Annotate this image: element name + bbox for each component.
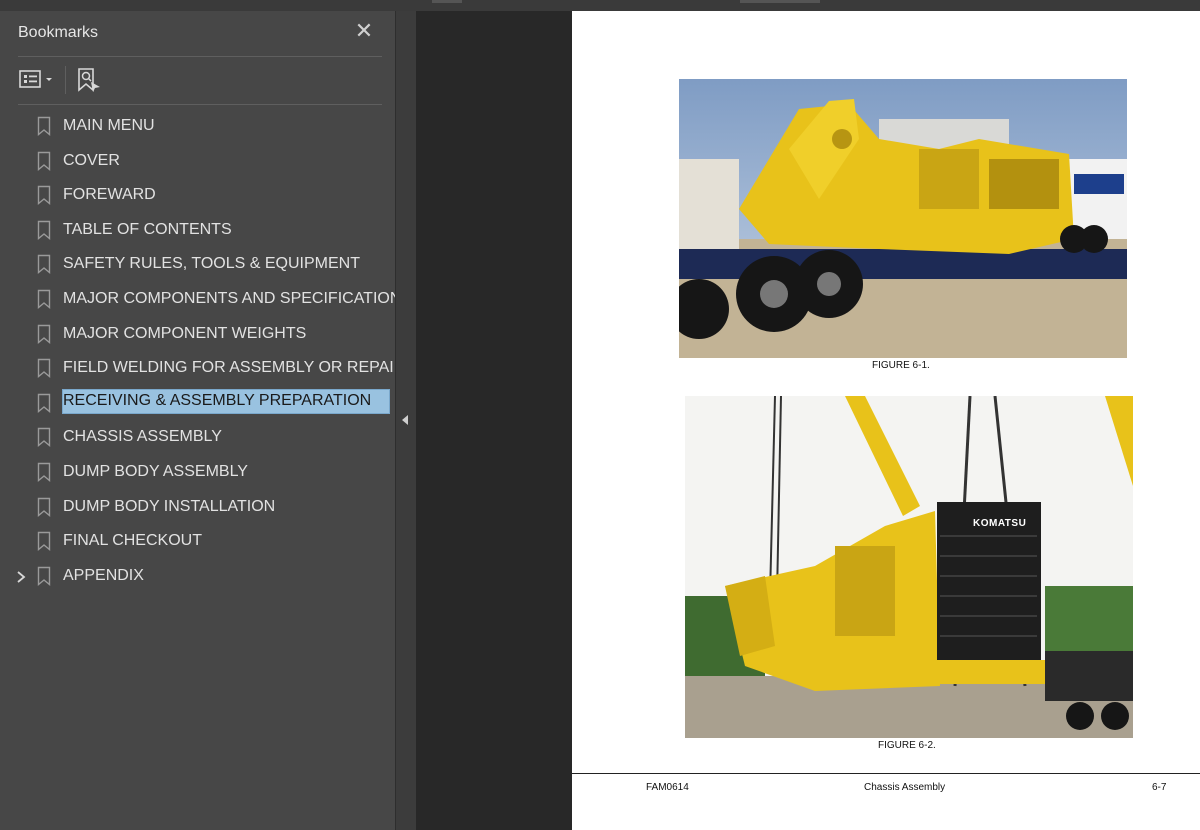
bookmark-label: CHASSIS ASSEMBLY (63, 428, 222, 446)
bookmark-icon (37, 151, 51, 171)
bookmark-label: TABLE OF CONTENTS (63, 220, 232, 238)
bookmark-icon (37, 531, 51, 552)
bookmark-label: COVER (63, 151, 120, 169)
bookmark-label: APPENDIX (63, 566, 144, 584)
footer-doc-code: FAM0614 (646, 782, 689, 793)
divider (18, 104, 382, 105)
bookmark-icon (37, 116, 51, 136)
bookmark-label: FOREWARD (63, 186, 156, 204)
figure-6-2-caption: FIGURE 6-2. (878, 740, 936, 751)
toolbar-stub (432, 0, 462, 3)
figure-6-2-image: KOMATSU (685, 396, 1133, 738)
toolbar-divider (65, 66, 66, 94)
collapse-panel-icon[interactable] (402, 415, 408, 425)
bookmark-item[interactable]: FINAL CHECKOUT (0, 525, 395, 559)
panel-splitter[interactable] (395, 11, 416, 830)
bookmark-icon (37, 289, 51, 309)
chevron-right-icon[interactable] (14, 568, 28, 586)
bookmark-icon (37, 220, 51, 240)
toolbar-stub (740, 0, 820, 3)
figure-6-1-image (679, 79, 1127, 358)
footer-page-number: 6-7 (1152, 782, 1167, 793)
bookmark-item[interactable]: MAJOR COMPONENTS AND SPECIFICATIONS (0, 283, 412, 317)
bookmark-item[interactable]: CHASSIS ASSEMBLY (0, 421, 395, 455)
bookmark-icon (37, 427, 51, 448)
document-page: FIGURE 6-1. KOMATSU FIGURE 6-2. FAM0614 … (572, 11, 1200, 830)
figure-6-1-caption: FIGURE 6-1. (872, 360, 930, 371)
bookmark-label: SAFETY RULES, TOOLS & EQUIPMENT (63, 255, 360, 273)
bookmark-icon (37, 254, 51, 275)
bookmark-label: MAJOR COMPONENT WEIGHTS (63, 324, 307, 342)
viewer-background (416, 11, 572, 830)
komatsu-logo-text: KOMATSU (973, 518, 1027, 529)
bookmark-icon (37, 324, 51, 344)
bookmark-item[interactable]: APPENDIX (0, 560, 395, 594)
find-bookmark-icon[interactable] (76, 67, 102, 93)
bookmark-icon (37, 358, 51, 379)
bookmark-item[interactable]: TABLE OF CONTENTS (0, 214, 395, 248)
bookmark-icon (37, 185, 51, 206)
bookmark-item[interactable]: MAJOR COMPONENT WEIGHTS (0, 318, 395, 352)
bookmark-label: DUMP BODY ASSEMBLY (63, 463, 248, 480)
footer-section-title: Chassis Assembly (864, 782, 946, 793)
bookmark-item[interactable]: DUMP BODY INSTALLATION (0, 491, 395, 525)
bookmark-item[interactable]: COVER (0, 145, 395, 179)
bookmark-label: MAIN MENU (63, 117, 155, 134)
bookmark-icon (37, 462, 51, 482)
bookmark-item[interactable]: MAIN MENU (0, 110, 395, 144)
bookmark-icon (37, 393, 51, 413)
bookmarks-panel: Bookmarks ✕ MAIN MENU COVER FOREWARD TABLE … (0, 11, 412, 830)
bookmark-item[interactable]: SAFETY RULES, TOOLS & EQUIPMENT (0, 248, 395, 282)
bookmark-label: FIELD WELDING FOR ASSEMBLY OR REPAIR (63, 359, 406, 377)
footer-rule (572, 773, 1200, 774)
bookmark-icon (37, 497, 51, 517)
bookmark-label: DUMP BODY INSTALLATION (63, 497, 276, 515)
bookmark-icon (37, 566, 51, 586)
window-top-bar (0, 0, 1200, 11)
bookmark-label: RECEIVING & ASSEMBLY PREPARATION (62, 388, 390, 414)
bookmark-label: FINAL CHECKOUT (63, 532, 202, 550)
bookmark-item[interactable]: FOREWARD (0, 179, 395, 213)
bookmark-item[interactable]: DUMP BODY ASSEMBLY (0, 456, 395, 490)
bookmark-item[interactable]: FIELD WELDING FOR ASSEMBLY OR REPAIR (0, 352, 405, 386)
panel-title: Bookmarks (18, 24, 99, 41)
bookmark-options-icon[interactable] (18, 69, 58, 91)
divider (18, 56, 382, 57)
bookmark-label: MAJOR COMPONENTS AND SPECIFICATIONS (63, 290, 413, 307)
close-icon[interactable]: ✕ (352, 19, 376, 43)
bookmark-item[interactable]: RECEIVING & ASSEMBLY PREPARATION (0, 387, 395, 421)
